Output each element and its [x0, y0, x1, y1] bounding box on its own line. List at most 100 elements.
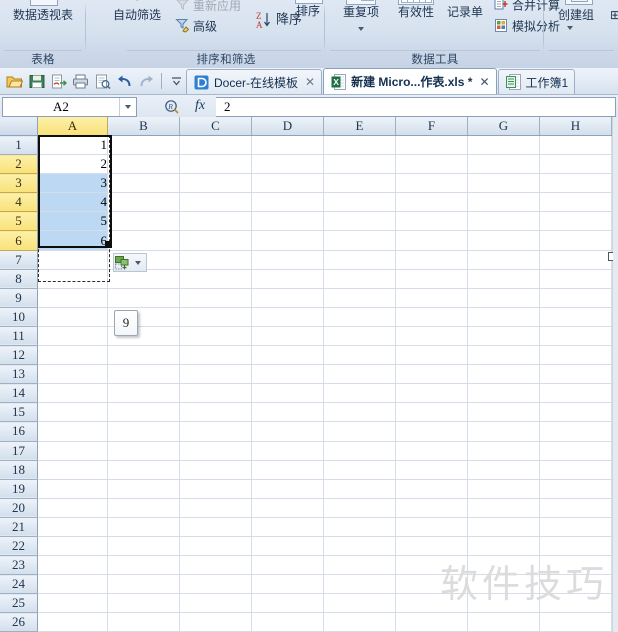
row-header-12[interactable]: 12 — [0, 345, 38, 366]
cell-A25[interactable] — [37, 593, 108, 614]
cell-A21[interactable] — [37, 517, 108, 537]
cell-C5[interactable] — [179, 211, 252, 232]
cell-F18[interactable] — [395, 460, 468, 480]
cell-A5[interactable]: 5 — [37, 211, 108, 232]
row-header-23[interactable]: 23 — [0, 555, 38, 576]
insert-function-icon[interactable]: R — [160, 97, 184, 115]
cell-D14[interactable] — [251, 383, 324, 404]
cell-A14[interactable] — [37, 383, 108, 404]
row-header-22[interactable]: 22 — [0, 536, 38, 557]
cell-D8[interactable] — [251, 269, 324, 289]
cell-A7[interactable] — [37, 250, 108, 270]
cell-G19[interactable] — [467, 479, 540, 499]
cell-G11[interactable] — [467, 326, 540, 347]
cell-B3[interactable] — [107, 173, 180, 194]
cell-A1[interactable]: 1 — [37, 135, 108, 156]
cell-E21[interactable] — [323, 517, 396, 537]
chevron-down-icon[interactable] — [358, 26, 364, 31]
cell-B1[interactable] — [107, 135, 180, 156]
cell-A17[interactable] — [37, 441, 108, 461]
cell-C17[interactable] — [179, 441, 252, 461]
cell-G20[interactable] — [467, 498, 540, 518]
print-icon[interactable] — [70, 71, 91, 92]
select-all-corner[interactable] — [0, 117, 38, 136]
redo-icon[interactable] — [136, 71, 157, 92]
cell-B21[interactable] — [107, 517, 180, 537]
cell-D25[interactable] — [251, 593, 324, 614]
save-icon[interactable] — [26, 71, 47, 92]
auto-fill-options-button[interactable] — [113, 253, 147, 272]
cell-F16[interactable] — [395, 421, 468, 442]
cell-F14[interactable] — [395, 383, 468, 404]
cell-D16[interactable] — [251, 421, 324, 442]
cell-C20[interactable] — [179, 498, 252, 518]
cell-G18[interactable] — [467, 460, 540, 480]
cell-H22[interactable] — [539, 536, 612, 557]
cell-F25[interactable] — [395, 593, 468, 614]
cell-H26[interactable] — [539, 612, 612, 632]
cell-C15[interactable] — [179, 402, 252, 423]
cell-A9[interactable] — [37, 288, 108, 308]
row-header-24[interactable]: 24 — [0, 574, 38, 595]
row-header-6[interactable]: 6 — [0, 230, 38, 251]
cell-B2[interactable] — [107, 154, 180, 175]
cell-B14[interactable] — [107, 383, 180, 404]
row-header-16[interactable]: 16 — [0, 421, 38, 442]
cell-B23[interactable] — [107, 555, 180, 576]
cell-A2[interactable]: 2 — [37, 154, 108, 175]
cell-E3[interactable] — [323, 173, 396, 194]
cell-H4[interactable] — [539, 192, 612, 213]
cell-E15[interactable] — [323, 402, 396, 423]
ribbon-button-reapply[interactable]: 重新应用 — [175, 0, 241, 16]
column-header-b[interactable]: B — [107, 117, 180, 136]
row-header-17[interactable]: 17 — [0, 441, 38, 461]
row-header-9[interactable]: 9 — [0, 288, 38, 308]
cell-E10[interactable] — [323, 307, 396, 327]
cell-E7[interactable] — [323, 250, 396, 270]
cell-G24[interactable] — [467, 574, 540, 595]
cell-D5[interactable] — [251, 211, 324, 232]
close-icon[interactable]: ✕ — [303, 75, 315, 89]
cell-H16[interactable] — [539, 421, 612, 442]
cell-D21[interactable] — [251, 517, 324, 537]
cell-E12[interactable] — [323, 345, 396, 366]
vertical-scrollbar[interactable] — [612, 117, 618, 632]
cell-C10[interactable] — [179, 307, 252, 327]
cell-G7[interactable] — [467, 250, 540, 270]
ribbon-button-group[interactable]: 创建组 — [545, 8, 607, 22]
column-header-g[interactable]: G — [467, 117, 540, 136]
cell-A19[interactable] — [37, 479, 108, 499]
cell-G6[interactable] — [467, 230, 540, 251]
cell-F23[interactable] — [395, 555, 468, 576]
ribbon-button-group-overflow[interactable]: ⊞ — [607, 8, 618, 22]
cell-B22[interactable] — [107, 536, 180, 557]
cell-C13[interactable] — [179, 364, 252, 385]
cell-D1[interactable] — [251, 135, 324, 156]
cell-C23[interactable] — [179, 555, 252, 576]
cell-F17[interactable] — [395, 441, 468, 461]
cell-G4[interactable] — [467, 192, 540, 213]
cell-H19[interactable] — [539, 479, 612, 499]
cell-D23[interactable] — [251, 555, 324, 576]
cell-H7[interactable] — [539, 250, 612, 270]
cell-B12[interactable] — [107, 345, 180, 366]
cell-A15[interactable] — [37, 402, 108, 423]
cell-D19[interactable] — [251, 479, 324, 499]
cell-H1[interactable] — [539, 135, 612, 156]
column-header-d[interactable]: D — [251, 117, 324, 136]
cell-A23[interactable] — [37, 555, 108, 576]
cell-H8[interactable] — [539, 269, 612, 289]
cell-C6[interactable] — [179, 230, 252, 251]
cell-D22[interactable] — [251, 536, 324, 557]
cell-C4[interactable] — [179, 192, 252, 213]
column-header-f[interactable]: F — [395, 117, 468, 136]
cell-A3[interactable]: 3 — [37, 173, 108, 194]
cell-G15[interactable] — [467, 402, 540, 423]
cell-B4[interactable] — [107, 192, 180, 213]
cell-G21[interactable] — [467, 517, 540, 537]
cell-G8[interactable] — [467, 269, 540, 289]
cell-D9[interactable] — [251, 288, 324, 308]
cell-D11[interactable] — [251, 326, 324, 347]
open-icon[interactable] — [4, 71, 25, 92]
cell-E14[interactable] — [323, 383, 396, 404]
